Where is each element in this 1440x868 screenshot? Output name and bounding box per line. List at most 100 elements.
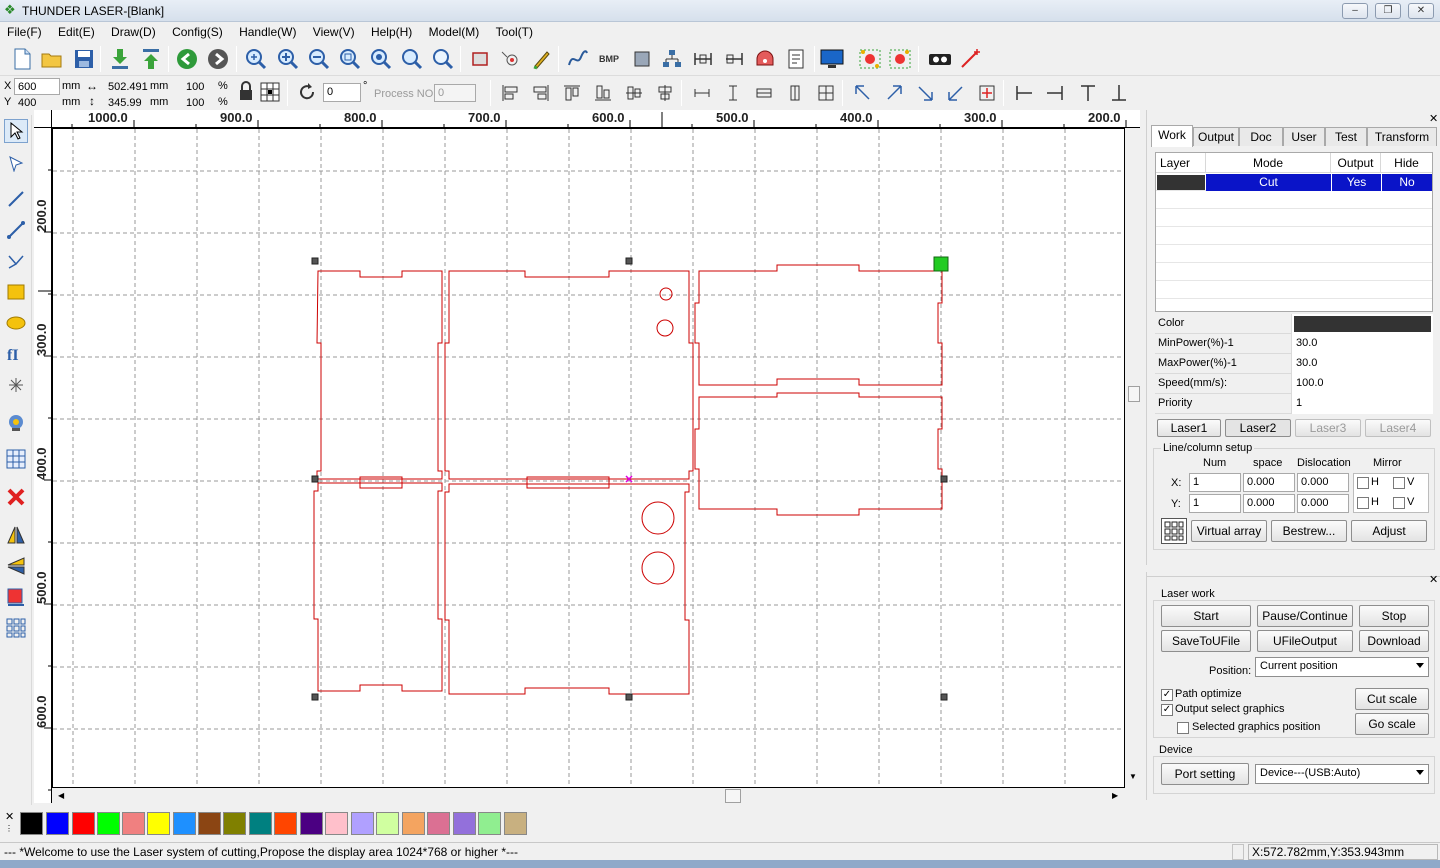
frame-red-icon[interactable]	[4, 585, 28, 609]
x-position-input[interactable]: 600	[14, 78, 60, 95]
node-select-icon[interactable]	[4, 151, 28, 175]
priority-input[interactable]: 1	[1291, 394, 1433, 414]
array-grid-icon[interactable]	[4, 616, 28, 640]
new-file-icon[interactable]	[10, 47, 34, 71]
export-icon[interactable]	[139, 47, 163, 71]
process-no-input[interactable]: 0	[434, 84, 476, 102]
tab-user[interactable]: User	[1283, 127, 1325, 146]
tab-transform[interactable]: Transform	[1367, 127, 1437, 146]
mirror-x-v-checkbox[interactable]	[1393, 477, 1405, 489]
palette-swatch[interactable]	[147, 812, 170, 835]
scroll-right-icon[interactable]: ▶	[1112, 791, 1118, 800]
maximize-button[interactable]: ❐	[1375, 3, 1401, 19]
red-dot-fit-icon[interactable]	[888, 47, 912, 71]
minimize-button[interactable]: –	[1342, 3, 1368, 19]
ufile-output-button[interactable]: UFileOutput	[1257, 630, 1353, 652]
mirror-y-h-checkbox[interactable]	[1357, 497, 1369, 509]
drawing-canvas[interactable]	[52, 128, 1125, 788]
cut-scale-button[interactable]: Cut scale	[1355, 688, 1429, 710]
palette-swatch[interactable]	[223, 812, 246, 835]
path-optimize-checkbox[interactable]: ✓	[1161, 689, 1173, 701]
move-center-icon[interactable]	[975, 81, 999, 105]
palette-swatch[interactable]	[198, 812, 221, 835]
align-left-icon[interactable]	[498, 81, 522, 105]
ellipse-tool-icon[interactable]	[4, 311, 28, 335]
menu-help[interactable]: Help(H)	[364, 22, 418, 39]
pen-tool-icon[interactable]	[530, 47, 554, 71]
adjust-button[interactable]: Adjust	[1351, 520, 1427, 542]
pause-continue-button[interactable]: Pause/Continue	[1257, 605, 1353, 627]
dist-left-icon[interactable]	[1012, 81, 1036, 105]
layer-mode[interactable]: Cut	[1206, 174, 1331, 191]
array-y-space-input[interactable]: 0.000	[1243, 494, 1295, 513]
dist-right-icon[interactable]	[1043, 81, 1067, 105]
import-icon[interactable]	[108, 47, 132, 71]
dist-top-icon[interactable]	[1076, 81, 1100, 105]
curve-tool-icon[interactable]	[4, 249, 28, 273]
zoom-select-icon[interactable]	[400, 47, 424, 71]
scale-x-input[interactable]: 100	[182, 78, 214, 95]
width-input[interactable]: 502.491	[104, 78, 148, 95]
line-tool-icon[interactable]	[4, 187, 28, 211]
point-tool-icon[interactable]	[4, 373, 28, 397]
zoom-in-window-icon[interactable]	[244, 47, 268, 71]
align-right-icon[interactable]	[529, 81, 553, 105]
tab-test[interactable]: Test	[1325, 127, 1367, 146]
layer-hide[interactable]: No	[1381, 174, 1432, 191]
palette-swatch[interactable]	[504, 812, 527, 835]
speed-input[interactable]: 100.0	[1291, 374, 1433, 394]
array-y-dislocation-input[interactable]: 0.000	[1297, 494, 1349, 513]
camera-capture-icon[interactable]	[4, 411, 28, 435]
menu-edit[interactable]: Edit(E)	[51, 22, 101, 39]
array-grid-icon[interactable]	[1161, 518, 1187, 544]
y-position-input[interactable]: 400	[14, 94, 60, 111]
panel-close-icon[interactable]: ✕	[1429, 112, 1438, 125]
palette-swatch[interactable]	[478, 812, 501, 835]
laser1-button[interactable]: Laser1	[1157, 419, 1221, 437]
redo-icon[interactable]	[206, 47, 230, 71]
move-topleft-icon[interactable]	[851, 81, 875, 105]
select-rect-icon[interactable]	[468, 47, 492, 71]
palette-close-icon[interactable]: ✕	[5, 810, 14, 823]
position-select[interactable]: Current position	[1255, 657, 1429, 677]
laser-head-icon[interactable]	[753, 47, 777, 71]
rotate-angle-input[interactable]: 0	[323, 83, 361, 102]
monitor-icon[interactable]	[820, 47, 844, 71]
document-settings-icon[interactable]	[784, 47, 808, 71]
output-select-checkbox[interactable]: ✓	[1161, 704, 1173, 716]
measure-width-icon[interactable]	[691, 47, 715, 71]
zoom-page-icon[interactable]	[369, 47, 393, 71]
scale-y-input[interactable]: 100	[182, 94, 214, 111]
palette-swatch[interactable]	[325, 812, 348, 835]
array-x-num-input[interactable]: 1	[1189, 473, 1241, 492]
palette-swatch[interactable]	[274, 812, 297, 835]
reference-point-icon[interactable]	[258, 80, 282, 104]
open-folder-icon[interactable]	[40, 47, 64, 71]
virtual-array-button[interactable]: Virtual array	[1191, 520, 1267, 542]
horizontal-scroll-thumb[interactable]	[725, 789, 741, 803]
laser2-button[interactable]: Laser2	[1225, 419, 1291, 437]
same-height-icon[interactable]	[783, 81, 807, 105]
node-edit-icon[interactable]	[499, 47, 523, 71]
mirror-y-v-checkbox[interactable]	[1393, 497, 1405, 509]
palette-swatch[interactable]	[20, 812, 43, 835]
palette-swatch[interactable]	[427, 812, 450, 835]
menu-view[interactable]: View(V)	[306, 22, 361, 39]
port-setting-button[interactable]: Port setting	[1161, 763, 1249, 785]
array-rect-icon[interactable]	[630, 47, 654, 71]
save-to-ufile-button[interactable]: SaveToUFile	[1161, 630, 1251, 652]
rectangle-tool-icon[interactable]	[4, 280, 28, 304]
palette-swatch[interactable]	[122, 812, 145, 835]
laser4-button[interactable]: Laser4	[1365, 419, 1431, 437]
grid-array-icon[interactable]	[4, 447, 28, 471]
palette-swatch[interactable]	[402, 812, 425, 835]
lock-ratio-icon[interactable]	[234, 80, 258, 104]
align-bottom-icon[interactable]	[591, 81, 615, 105]
tree-icon[interactable]	[660, 47, 684, 71]
array-x-dislocation-input[interactable]: 0.000	[1297, 473, 1349, 492]
menu-config[interactable]: Config(S)	[165, 22, 229, 39]
palette-swatch[interactable]	[72, 812, 95, 835]
scroll-left-icon[interactable]: ◀	[58, 791, 64, 800]
menu-handle[interactable]: Handle(W)	[232, 22, 302, 39]
height-input[interactable]: 345.99	[104, 94, 148, 111]
